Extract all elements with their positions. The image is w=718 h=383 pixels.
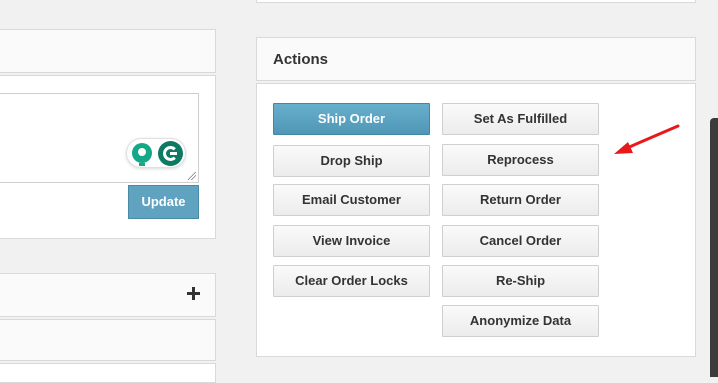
anonymize-data-button[interactable]: Anonymize Data [442, 305, 599, 337]
annotation-arrow-icon [614, 124, 680, 154]
return-order-button[interactable]: Return Order [442, 184, 599, 216]
drop-ship-button[interactable]: Drop Ship [273, 145, 430, 177]
reprocess-button[interactable]: Reprocess [442, 144, 599, 176]
notes-panel-header [0, 29, 216, 73]
plus-icon[interactable] [187, 287, 201, 301]
ship-order-button[interactable]: Ship Order [273, 103, 430, 135]
email-customer-button[interactable]: Email Customer [273, 184, 430, 216]
grammarly-widget[interactable] [126, 138, 186, 168]
collapsed-panel-header-2[interactable] [0, 319, 216, 361]
re-ship-button[interactable]: Re-Ship [442, 265, 599, 297]
lightbulb-icon [132, 143, 152, 163]
clear-order-locks-button[interactable]: Clear Order Locks [273, 265, 430, 297]
resize-grip-icon[interactable] [188, 172, 196, 180]
update-button[interactable]: Update [128, 185, 199, 219]
view-invoice-button[interactable]: View Invoice [273, 225, 430, 257]
cancel-order-button[interactable]: Cancel Order [442, 225, 599, 257]
panel-body-3 [0, 363, 216, 383]
scrollbar[interactable] [710, 118, 718, 377]
set-as-fulfilled-button[interactable]: Set As Fulfilled [442, 103, 599, 135]
actions-title: Actions [273, 51, 329, 68]
lightbulb-base [139, 163, 145, 166]
grammarly-icon [158, 141, 183, 166]
top-panel-edge [256, 0, 696, 3]
collapsed-panel-header[interactable] [0, 273, 216, 317]
